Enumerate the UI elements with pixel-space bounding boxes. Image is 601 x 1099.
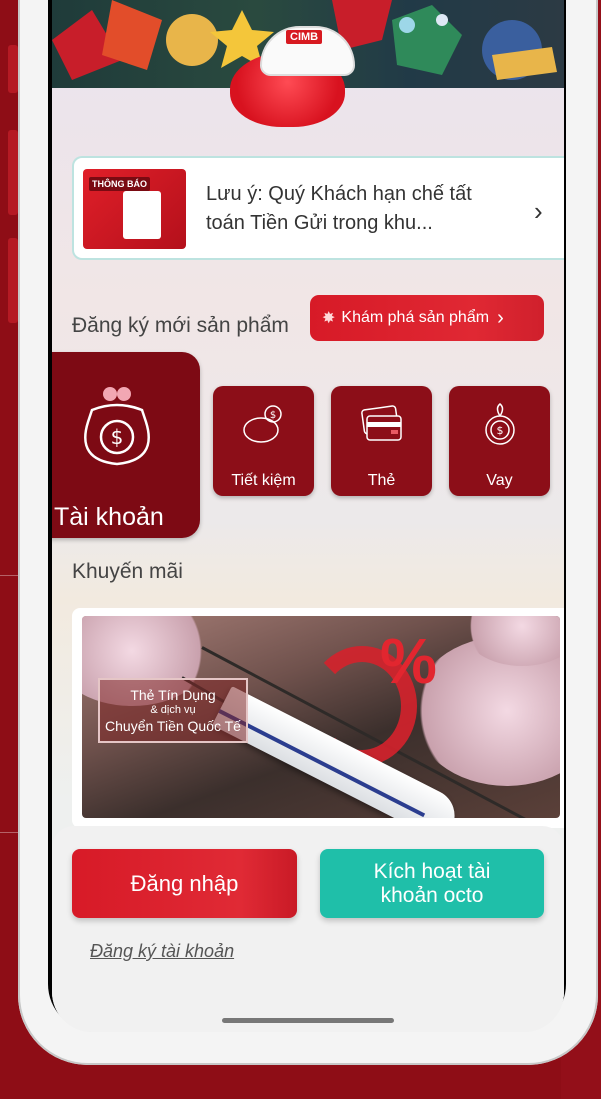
money-bag-icon: $ — [72, 382, 162, 472]
register-products-label: Đăng ký mới sản phẩm — [72, 314, 289, 337]
phone-side-button — [8, 45, 18, 93]
product-label: Vay — [486, 472, 513, 489]
phone-side-button — [8, 238, 18, 323]
app-screen: CIMB THÔNG BÁO Lưu ý: Quý Khách hạn chế … — [52, 0, 564, 1032]
notice-thumbnail: THÔNG BÁO — [83, 169, 186, 249]
svg-text:$: $ — [111, 425, 124, 449]
sparkle-icon: ✸ — [322, 310, 336, 327]
piggy-bank-icon: $ — [241, 402, 287, 448]
notice-text: Lưu ý: Quý Khách hạn chế tất toán Tiền G… — [206, 183, 472, 234]
percent-symbol: % — [380, 625, 437, 697]
product-label: Tài khoản — [54, 503, 164, 531]
promo-caption: Thẻ Tín Dụng & dịch vụ Chuyển Tiền Quốc … — [98, 678, 248, 743]
product-tile-card[interactable]: Thẻ — [331, 386, 432, 496]
phone-side-button — [8, 130, 18, 215]
home-indicator[interactable] — [222, 1018, 394, 1023]
product-label: Thẻ — [367, 472, 396, 489]
promo-caption-line1: Thẻ Tín Dụng — [130, 687, 216, 703]
document-icon — [123, 191, 161, 239]
svg-text:$: $ — [496, 424, 503, 437]
product-tile-savings[interactable]: $ Tiết kiệm — [213, 386, 314, 496]
card-icon — [359, 402, 405, 448]
explore-products-label: Khám phá sản phẩm — [341, 309, 490, 326]
product-tile-loan[interactable]: $ Vay — [449, 386, 550, 496]
activate-octo-button[interactable]: Kích hoạt tài khoản octo — [320, 849, 544, 918]
cimb-logo: CIMB — [286, 30, 323, 44]
promo-caption-line3: Chuyển Tiền Quốc Tế — [105, 718, 241, 734]
promo-caption-line2: & dịch vụ — [150, 704, 196, 716]
bottom-action-sheet: Đăng nhập Kích hoạt tài khoản octo Đăng … — [52, 826, 564, 1032]
notice-thumb-tag: THÔNG BÁO — [89, 177, 150, 191]
register-account-link[interactable]: Đăng ký tài khoản — [90, 941, 234, 962]
explore-products-button[interactable]: ✸ Khám phá sản phẩm › — [310, 295, 544, 341]
product-label: Tiết kiệm — [231, 472, 296, 489]
coin-plant-icon: $ — [477, 402, 523, 448]
promo-banner[interactable]: % Thẻ Tín Dụng & dịch vụ Chuyển Tiền Quố… — [72, 608, 564, 828]
chevron-right-icon: › — [534, 196, 543, 226]
promo-image: % Thẻ Tín Dụng & dịch vụ Chuyển Tiền Quố… — [82, 616, 560, 818]
product-tile-account[interactable]: $ Tài khoản — [52, 352, 200, 538]
notice-card[interactable]: THÔNG BÁO Lưu ý: Quý Khách hạn chế tất t… — [72, 156, 564, 260]
promotions-label: Khuyến mãi — [72, 560, 183, 583]
login-button[interactable]: Đăng nhập — [72, 849, 297, 918]
chevron-right-icon: › — [497, 306, 504, 329]
svg-text:$: $ — [269, 410, 275, 421]
